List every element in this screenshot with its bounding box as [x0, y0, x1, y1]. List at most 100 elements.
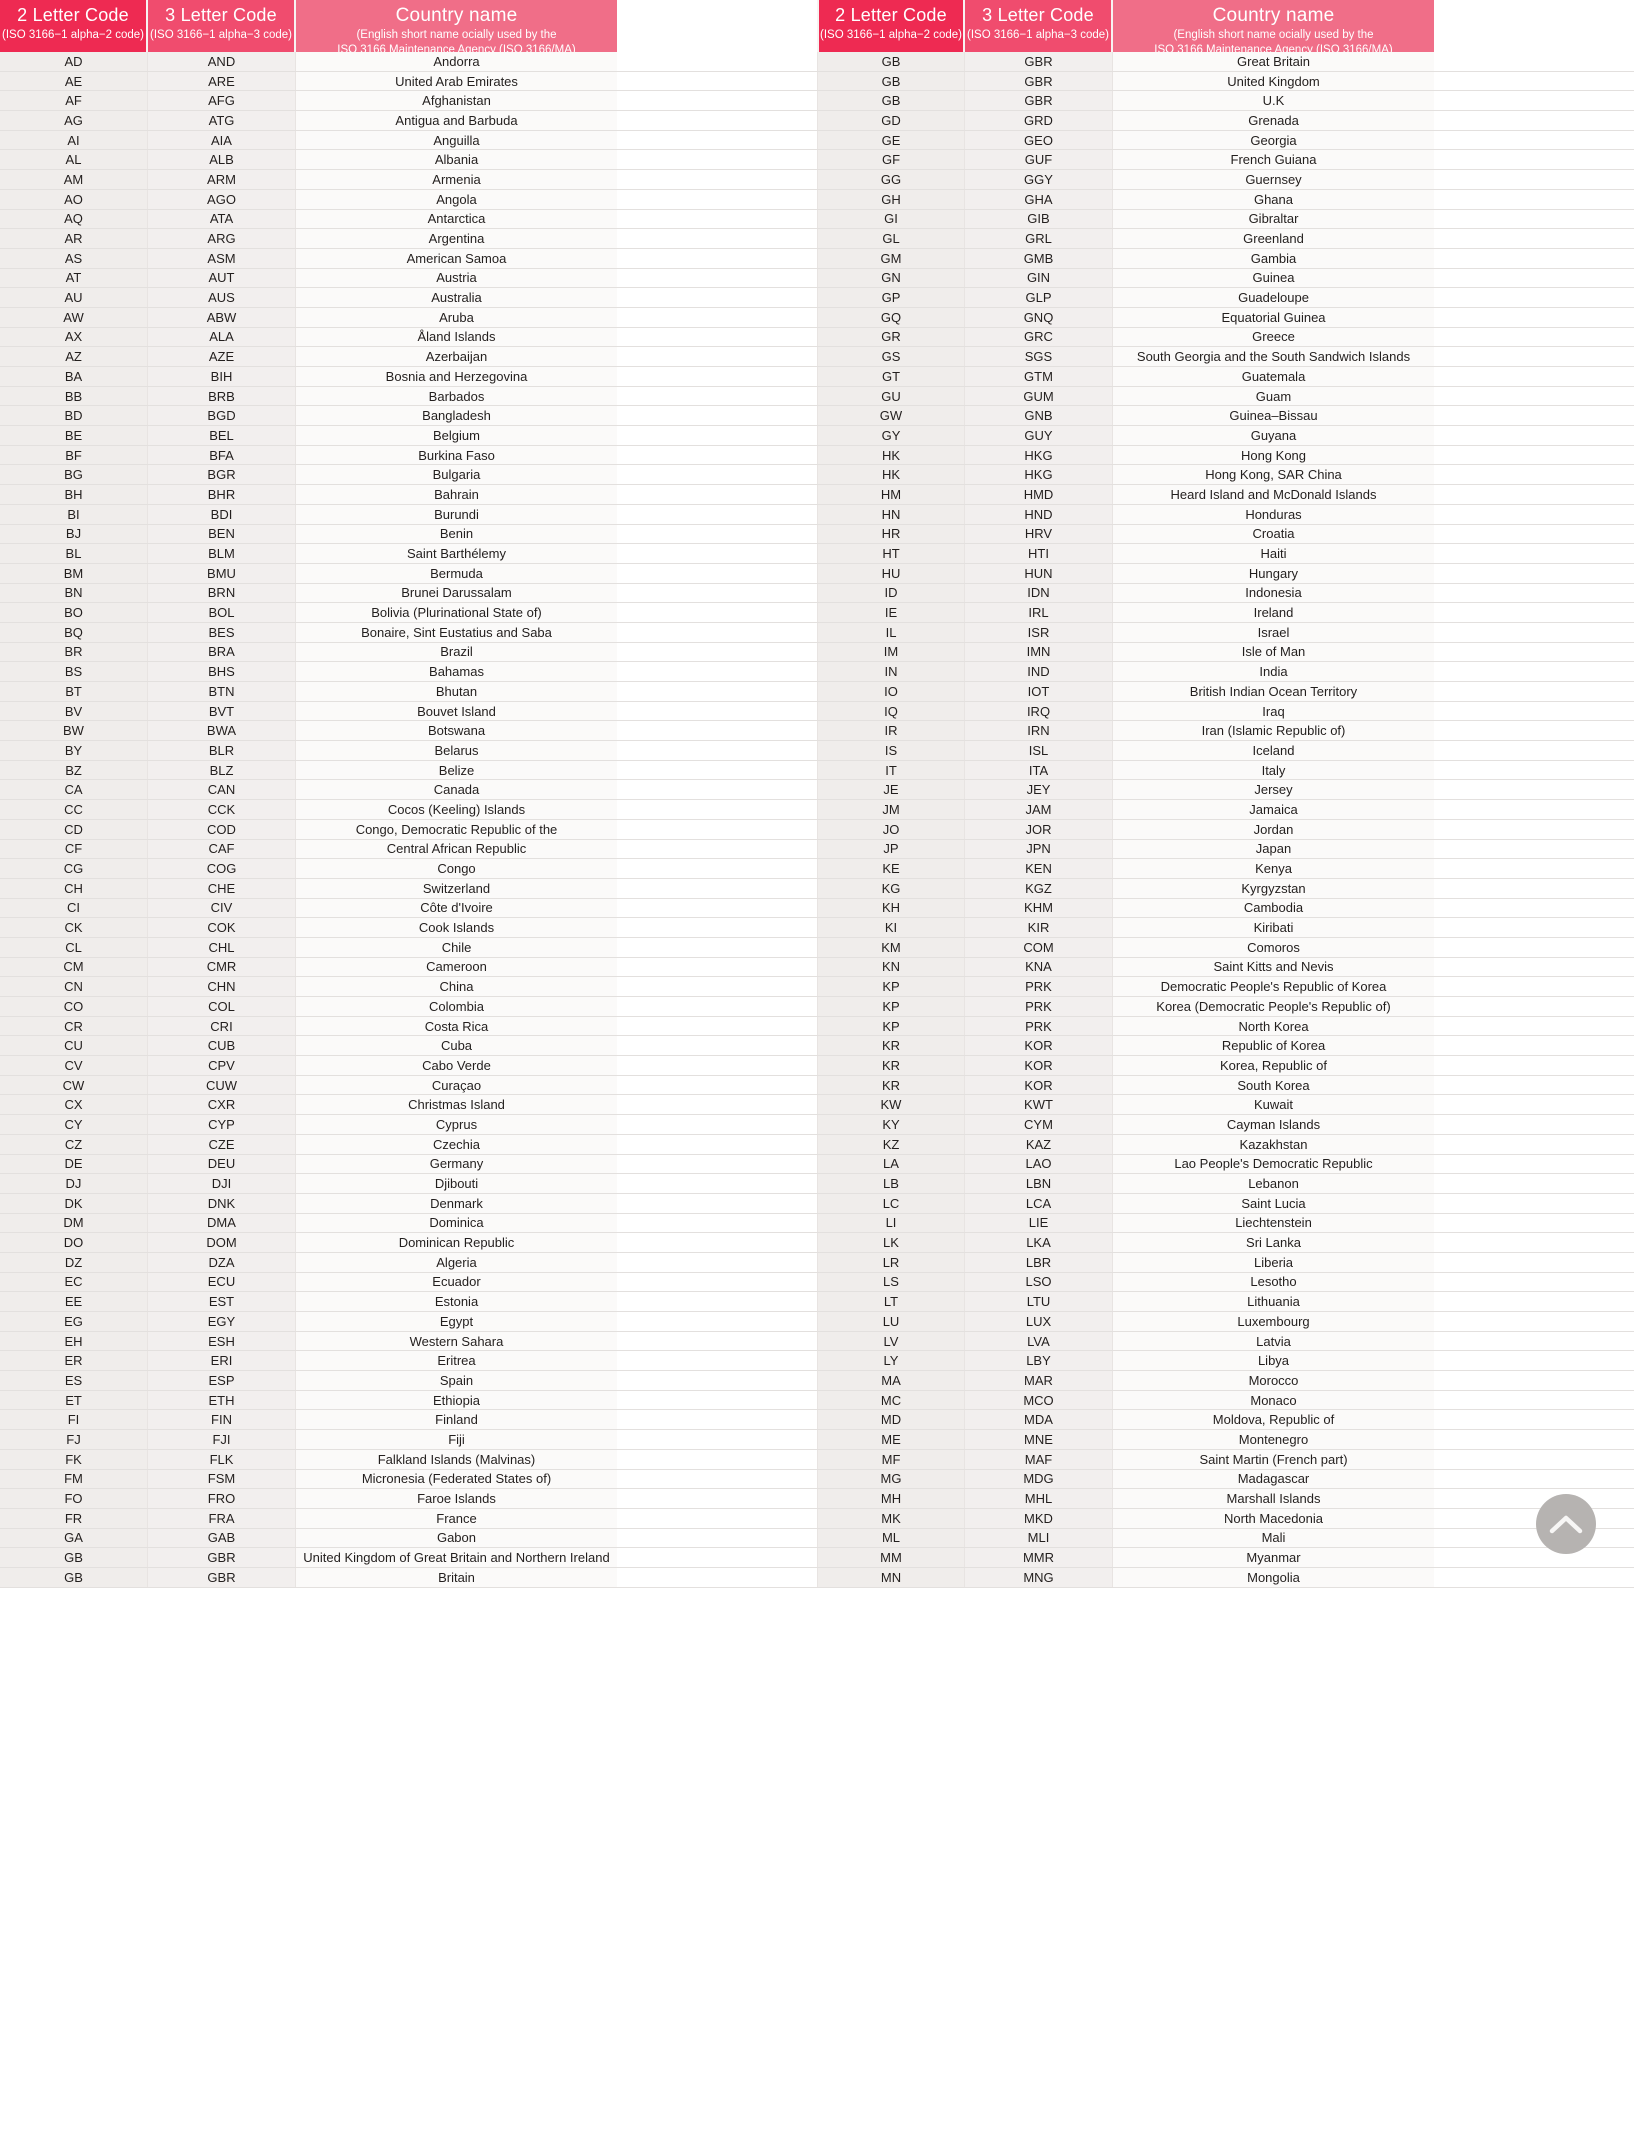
table-row: BM BMU Bermuda	[0, 563, 817, 584]
cell-country-name: Cameroon	[296, 957, 617, 977]
cell-3-letter-code: BES	[148, 622, 296, 642]
cell-3-letter-code: MMR	[965, 1548, 1113, 1567]
cell-country-name: Micronesia (Federated States of)	[296, 1469, 617, 1489]
cell-2-letter-code: HN	[817, 504, 965, 524]
cell-2-letter-code: BE	[0, 426, 148, 445]
table-row: HU HUN Hungary	[817, 563, 1634, 584]
header-subtitle: (ISO 3166−1 alpha−3 code)	[150, 29, 292, 41]
cell-country-name: Guinea–Bissau	[1113, 406, 1434, 426]
cell-3-letter-code: CPV	[148, 1056, 296, 1075]
cell-country-name: Kuwait	[1113, 1095, 1434, 1115]
table-row: AQ ATA Antarctica	[0, 209, 817, 230]
cell-3-letter-code: JPN	[965, 839, 1113, 859]
cell-2-letter-code: ID	[817, 583, 965, 603]
cell-country-name: Belgium	[296, 426, 617, 445]
table-row: CC CCK Cocos (Keeling) Islands	[0, 800, 817, 820]
cell-3-letter-code: HRV	[965, 524, 1113, 544]
table-row: HT HTI Haiti	[817, 544, 1634, 564]
header-subtitle-line2: ISO 3166 Maintenance Agency (ISO 3166/MA…	[1154, 44, 1393, 52]
cell-country-name: Sri Lanka	[1113, 1233, 1434, 1252]
cell-2-letter-code: CN	[0, 977, 148, 996]
cell-country-name: Guernsey	[1113, 170, 1434, 189]
cell-2-letter-code: LU	[817, 1312, 965, 1331]
cell-3-letter-code: LVA	[965, 1331, 1113, 1351]
cell-2-letter-code: CW	[0, 1075, 148, 1095]
cell-3-letter-code: ESP	[148, 1371, 296, 1390]
cell-country-name: Christmas Island	[296, 1095, 617, 1115]
table-row: ER ERI Eritrea	[0, 1351, 817, 1372]
cell-2-letter-code: GA	[0, 1528, 148, 1548]
cell-country-name: Western Sahara	[296, 1331, 617, 1351]
cell-2-letter-code: KW	[817, 1095, 965, 1115]
cell-country-name: Cyprus	[296, 1115, 617, 1134]
cell-3-letter-code: GTM	[965, 367, 1113, 386]
cell-2-letter-code: BJ	[0, 524, 148, 544]
table-row: KI KIR Kiribati	[817, 918, 1634, 938]
cell-2-letter-code: IL	[817, 622, 965, 642]
cell-2-letter-code: CL	[0, 937, 148, 957]
cell-3-letter-code: LAO	[965, 1154, 1113, 1174]
table-header-left: 2 Letter Code (ISO 3166−1 alpha−2 code) …	[0, 0, 817, 52]
cell-2-letter-code: LK	[817, 1233, 965, 1252]
cell-country-name: Djibouti	[296, 1174, 617, 1193]
cell-3-letter-code: AGO	[148, 189, 296, 209]
cell-2-letter-code: KN	[817, 957, 965, 977]
table-row: KZ KAZ Kazakhstan	[817, 1134, 1634, 1155]
header-title: Country name	[1212, 5, 1335, 26]
cell-3-letter-code: BLZ	[148, 760, 296, 780]
cell-3-letter-code: ARG	[148, 229, 296, 248]
cell-2-letter-code: CK	[0, 918, 148, 937]
cell-3-letter-code: IMN	[965, 642, 1113, 662]
cell-country-name: Gabon	[296, 1528, 617, 1548]
cell-2-letter-code: KE	[817, 859, 965, 878]
cell-2-letter-code: GB	[817, 52, 965, 71]
cell-3-letter-code: GUF	[965, 150, 1113, 170]
cell-3-letter-code: EST	[148, 1292, 296, 1311]
country-code-table: 2 Letter Code (ISO 3166−1 alpha−2 code) …	[0, 0, 1634, 1588]
cell-2-letter-code: CF	[0, 839, 148, 859]
cell-3-letter-code: BRA	[148, 642, 296, 662]
cell-3-letter-code: EGY	[148, 1312, 296, 1331]
cell-3-letter-code: CYP	[148, 1115, 296, 1134]
cell-country-name: Jersey	[1113, 780, 1434, 800]
cell-3-letter-code: ECU	[148, 1272, 296, 1292]
cell-3-letter-code: ISL	[965, 741, 1113, 760]
cell-3-letter-code: ITA	[965, 760, 1113, 780]
cell-country-name: Guadeloupe	[1113, 288, 1434, 307]
cell-3-letter-code: GRC	[965, 327, 1113, 347]
cell-2-letter-code: GY	[817, 426, 965, 445]
cell-2-letter-code: IO	[817, 682, 965, 701]
cell-3-letter-code: BHS	[148, 662, 296, 681]
table-row: GB GBR United Kingdom	[817, 71, 1634, 92]
cell-2-letter-code: AD	[0, 52, 148, 71]
cell-2-letter-code: CD	[0, 819, 148, 839]
cell-3-letter-code: CUW	[148, 1075, 296, 1095]
cell-2-letter-code: BR	[0, 642, 148, 662]
scroll-to-top-button[interactable]	[1536, 1493, 1596, 1554]
cell-country-name: Czechia	[296, 1134, 617, 1154]
cell-3-letter-code: DOM	[148, 1233, 296, 1252]
cell-2-letter-code: KR	[817, 1036, 965, 1056]
table-row: KH KHM Cambodia	[817, 898, 1634, 919]
cell-country-name: Afghanistan	[296, 91, 617, 111]
table-body-right: GB GBR Great Britain GB GBR United Kingdom GB G…	[817, 52, 1634, 1588]
table-row: AT AUT Austria	[0, 268, 817, 289]
table-row: BN BRN Brunei Darussalam	[0, 583, 817, 604]
cell-3-letter-code: FIN	[148, 1410, 296, 1430]
cell-2-letter-code: AX	[0, 327, 148, 347]
cell-2-letter-code: KH	[817, 898, 965, 918]
cell-3-letter-code: BRB	[148, 386, 296, 406]
cell-country-name: Iran (Islamic Republic of)	[1113, 721, 1434, 741]
table-row: EG EGY Egypt	[0, 1312, 817, 1332]
cell-2-letter-code: EE	[0, 1292, 148, 1311]
cell-3-letter-code: BLM	[148, 544, 296, 563]
cell-3-letter-code: ABW	[148, 307, 296, 327]
cell-3-letter-code: GMB	[965, 248, 1113, 268]
cell-3-letter-code: BVT	[148, 701, 296, 721]
cell-country-name: Greece	[1113, 327, 1434, 347]
cell-country-name: Côte d'Ivoire	[296, 898, 617, 918]
cell-3-letter-code: CAF	[148, 839, 296, 859]
table-row: GL GRL Greenland	[817, 229, 1634, 249]
cell-3-letter-code: ETH	[148, 1390, 296, 1410]
cell-country-name: Argentina	[296, 229, 617, 248]
